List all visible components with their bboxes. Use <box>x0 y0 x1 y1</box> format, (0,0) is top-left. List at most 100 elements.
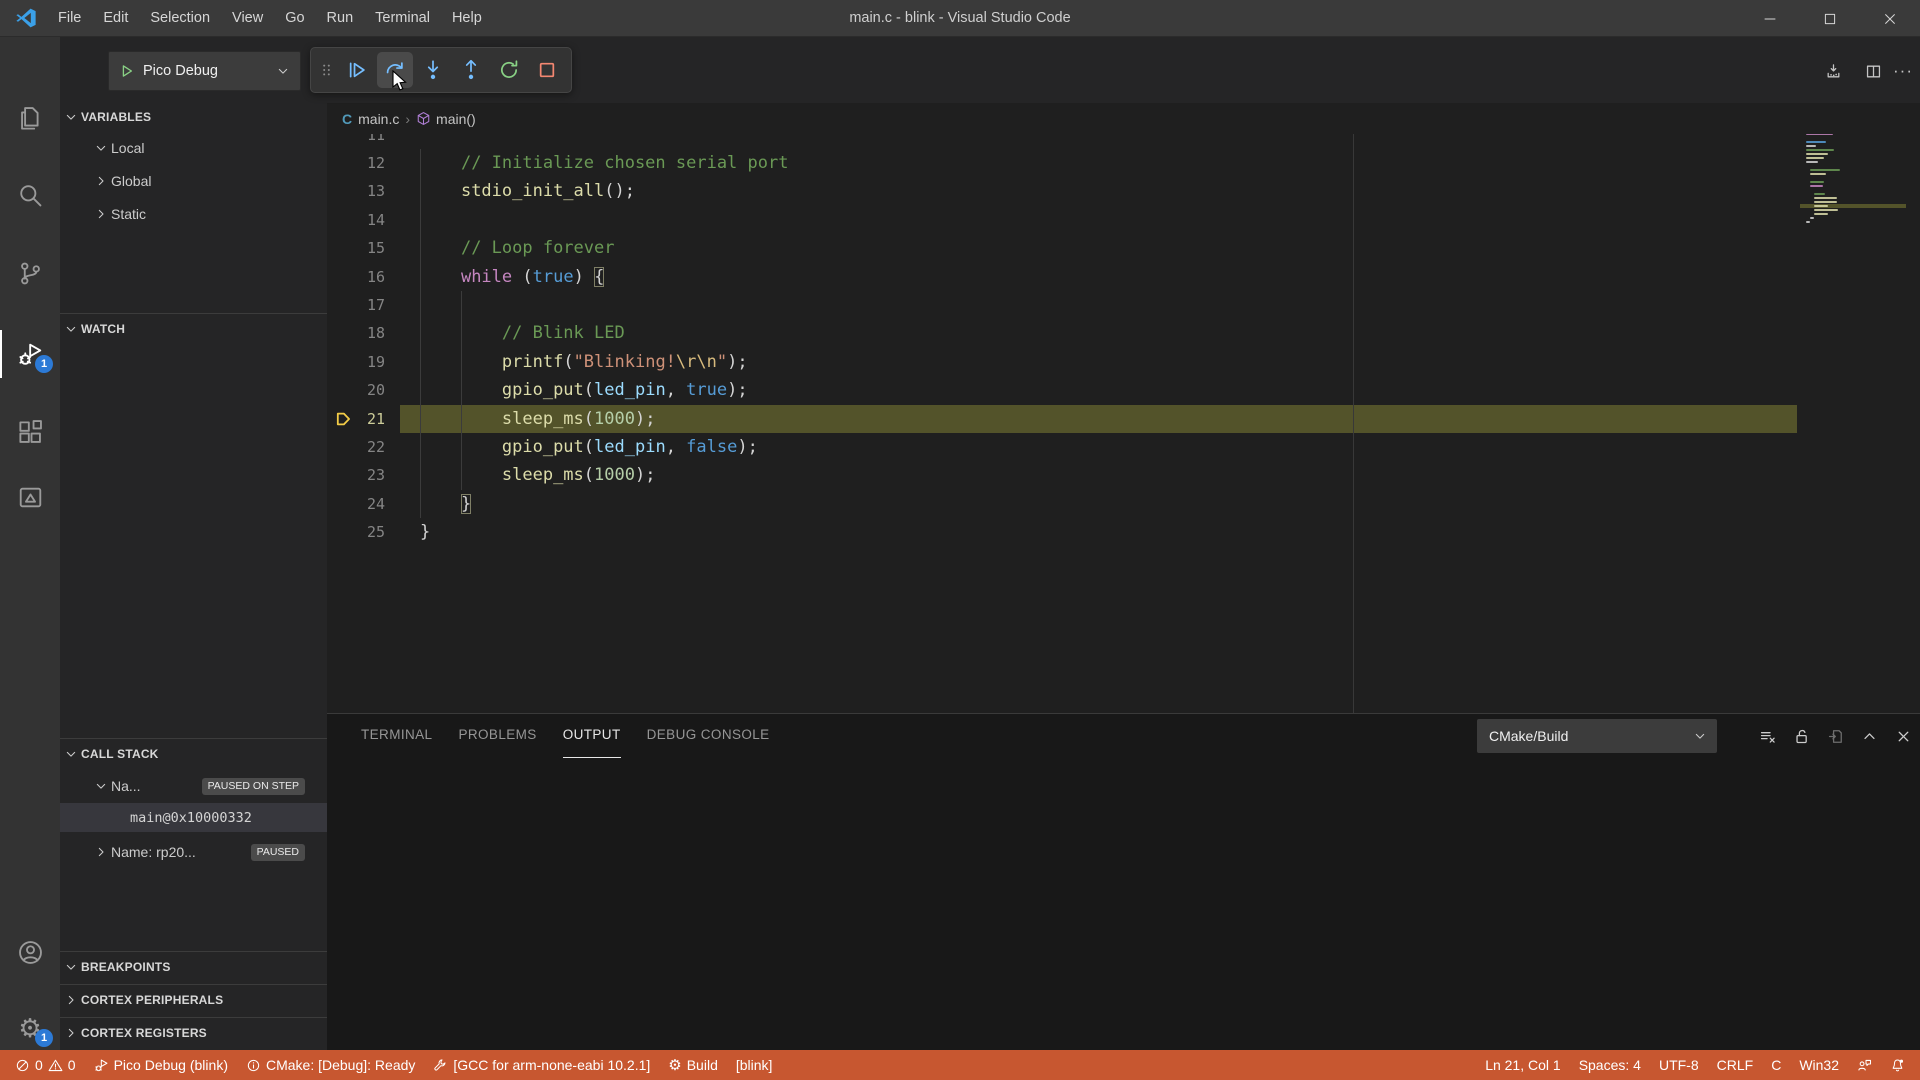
menu-selection[interactable]: Selection <box>139 0 221 37</box>
code-line-19[interactable]: 19 printf("Blinking!\r\n"); <box>327 348 1797 376</box>
debug-step-out-button[interactable] <box>453 52 489 88</box>
code-line-20[interactable]: 20 gpio_put(led_pin, true); <box>327 376 1797 404</box>
section-breakpoints[interactable]: BREAKPOINTS <box>60 951 327 982</box>
activity-explorer[interactable] <box>6 94 54 142</box>
variables-scope-global[interactable]: Global <box>60 166 327 196</box>
unlock-button[interactable] <box>1784 721 1818 751</box>
minimap[interactable] <box>1800 125 1906 275</box>
variables-scope-local[interactable]: Local <box>60 133 327 163</box>
panel-tab-terminal[interactable]: TERMINAL <box>361 714 432 758</box>
status-notifications[interactable] <box>1881 1050 1914 1080</box>
menu-help[interactable]: Help <box>441 0 493 37</box>
code-line-14[interactable]: 14 <box>327 206 1797 234</box>
code-line-17[interactable]: 17 <box>327 291 1797 319</box>
status-indentation[interactable]: Spaces: 4 <box>1570 1050 1650 1080</box>
status-bar: 00Pico Debug (blink)CMake: [Debug]: Read… <box>0 1050 1920 1080</box>
tree-item-label: Na... <box>111 778 141 794</box>
debug-step-over-button[interactable] <box>377 52 413 88</box>
clear-output-button[interactable] <box>1750 721 1784 751</box>
activity-source-control[interactable] <box>6 249 54 297</box>
section-cortex-registers[interactable]: CORTEX REGISTERS <box>60 1017 327 1048</box>
status-text: Ln 21, Col 1 <box>1485 1057 1561 1073</box>
breadcrumb-symbol[interactable]: main() <box>436 111 476 127</box>
status-cmake-kit[interactable]: [GCC for arm-none-eabi 10.2.1] <box>424 1050 659 1080</box>
variables-scope-static[interactable]: Static <box>60 199 327 229</box>
close-panel-button[interactable] <box>1886 721 1920 751</box>
code-line-24[interactable]: 24 } <box>327 490 1797 518</box>
chevron-right-icon <box>94 207 108 221</box>
activity-extensions[interactable] <box>6 408 54 456</box>
status-cursor-position[interactable]: Ln 21, Col 1 <box>1476 1050 1570 1080</box>
status-problems[interactable]: 00 <box>6 1050 85 1080</box>
window-close-button[interactable] <box>1860 0 1920 37</box>
status-cmake-build[interactable]: ⚙Build <box>659 1050 727 1080</box>
code-line-25[interactable]: 25} <box>327 518 1797 546</box>
status-debug-session[interactable]: Pico Debug (blink) <box>85 1050 237 1080</box>
pico-project-icon <box>17 484 44 511</box>
debug-step-into-button[interactable] <box>415 52 451 88</box>
code-line-15[interactable]: 15 // Loop forever <box>327 234 1797 262</box>
status-text: Win32 <box>1799 1057 1839 1073</box>
wrench-icon <box>433 1058 448 1073</box>
maximize-panel-button[interactable] <box>1852 721 1886 751</box>
start-debug-icon[interactable] <box>119 63 135 79</box>
debug-continue-button[interactable] <box>339 52 375 88</box>
activity-run-and-debug[interactable]: 1 <box>6 330 54 378</box>
code-line-12[interactable]: 12 // Initialize chosen serial port <box>327 149 1797 177</box>
section-watch[interactable]: WATCH <box>60 313 327 344</box>
window-maximize-button[interactable] <box>1800 0 1860 37</box>
menu-view[interactable]: View <box>221 0 274 37</box>
code-line-16[interactable]: 16 while (true) { <box>327 263 1797 291</box>
breadcrumb[interactable]: C main.c › main() <box>327 103 1920 134</box>
output-channel-select[interactable]: CMake/Build <box>1477 719 1717 753</box>
status-feedback[interactable] <box>1848 1050 1881 1080</box>
debug-restart-button[interactable] <box>491 52 527 88</box>
explorer-icon <box>17 105 44 132</box>
call-stack-thread-2[interactable]: Name: rp20...PAUSED <box>60 837 327 867</box>
code-area[interactable]: 1112 // Initialize chosen serial port13 … <box>327 37 1920 713</box>
status-eol[interactable]: CRLF <box>1708 1050 1763 1080</box>
minimap-line <box>1810 173 1826 175</box>
chevron-right-icon <box>64 1026 78 1040</box>
panel-tab-problems[interactable]: PROBLEMS <box>458 714 536 758</box>
section-call-stack[interactable]: CALL STACK <box>60 738 327 769</box>
debug-config-dropdown[interactable]: Pico Debug <box>108 51 301 91</box>
activity-pico-project[interactable] <box>6 473 54 521</box>
menu-terminal[interactable]: Terminal <box>364 0 441 37</box>
activity-settings[interactable]: ⚙1 <box>6 1004 54 1052</box>
menu-edit[interactable]: Edit <box>92 0 139 37</box>
code-line-13[interactable]: 13 stdio_init_all(); <box>327 177 1797 205</box>
status-badge: PAUSED <box>251 844 305 861</box>
status-language-mode[interactable]: C <box>1762 1050 1790 1080</box>
menu-run[interactable]: Run <box>316 0 365 37</box>
code-line-21[interactable]: 21 sleep_ms(1000); <box>327 405 1797 433</box>
call-stack-frame[interactable]: main@0x10000332 <box>60 803 327 832</box>
section-cortex-peripherals[interactable]: CORTEX PERIPHERALS <box>60 984 327 1015</box>
status-cmake-status[interactable]: CMake: [Debug]: Ready <box>237 1050 424 1080</box>
activity-badge: 1 <box>35 1029 53 1047</box>
panel-tab-output[interactable]: OUTPUT <box>563 714 621 758</box>
activity-accounts[interactable] <box>6 928 54 976</box>
toolbar-drag-handle[interactable] <box>316 52 338 88</box>
status-platform[interactable]: Win32 <box>1790 1050 1848 1080</box>
breadcrumb-file[interactable]: main.c <box>358 111 399 127</box>
panel-tab-debug-console[interactable]: DEBUG CONSOLE <box>647 714 770 758</box>
close-panel-icon <box>1895 728 1912 745</box>
code-line-18[interactable]: 18 // Blink LED <box>327 319 1797 347</box>
line-number: 14 <box>327 206 385 234</box>
menu-file[interactable]: File <box>47 0 92 37</box>
menu-go[interactable]: Go <box>274 0 315 37</box>
code-line-22[interactable]: 22 gpio_put(led_pin, false); <box>327 433 1797 461</box>
source-control-icon <box>17 260 44 287</box>
debug-stop-button[interactable] <box>529 52 565 88</box>
activity-search[interactable] <box>6 171 54 219</box>
call-stack-thread-1[interactable]: Na...PAUSED ON STEP <box>60 771 327 801</box>
status-cmake-target[interactable]: [blink] <box>727 1050 782 1080</box>
section-variables[interactable]: VARIABLES <box>60 101 327 132</box>
code-line-23[interactable]: 23 sleep_ms(1000); <box>327 461 1797 489</box>
open-output-in-editor-button[interactable] <box>1818 721 1852 751</box>
status-encoding[interactable]: UTF-8 <box>1650 1050 1708 1080</box>
window-minimize-button[interactable] <box>1740 0 1800 37</box>
indent-guide <box>420 149 421 518</box>
tree-item-label: Global <box>111 173 151 189</box>
